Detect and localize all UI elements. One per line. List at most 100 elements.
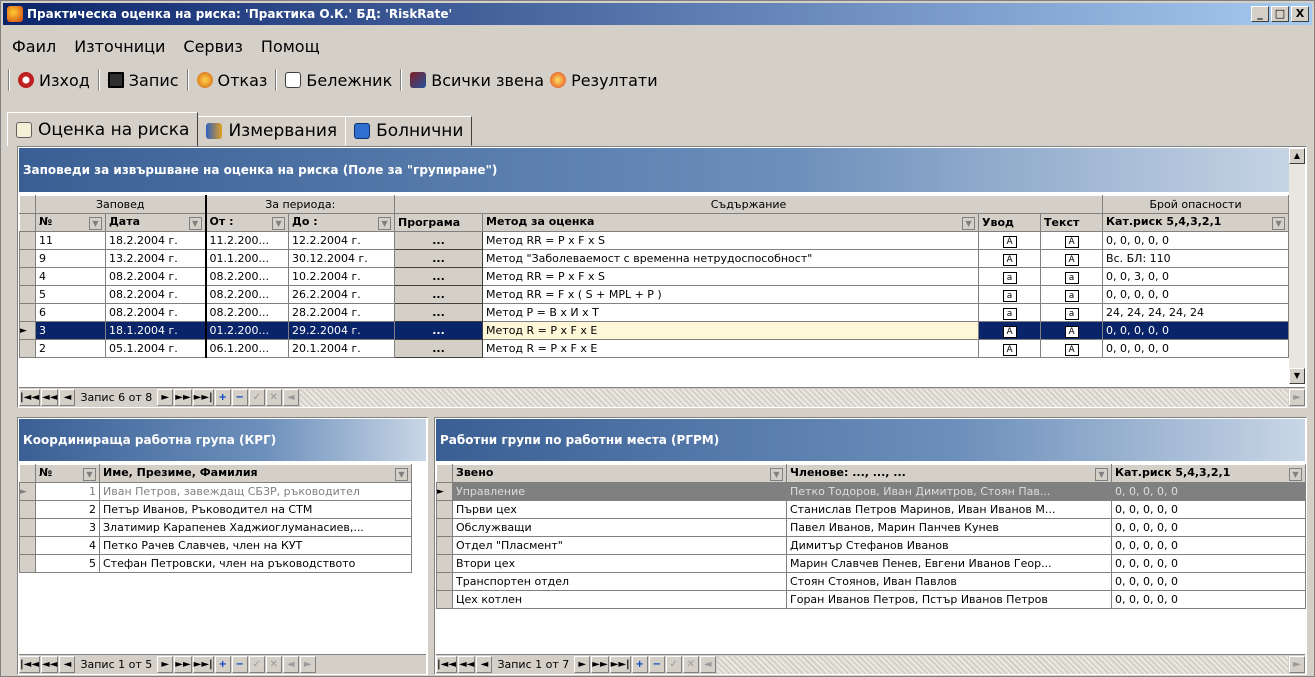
cell-to[interactable]: 20.1.2004 г. — [288, 339, 396, 358]
cell-method[interactable]: Метод RR = P x F x S — [482, 267, 980, 286]
scroll-left-icon[interactable]: ◄ — [282, 389, 299, 406]
cell-name[interactable]: Петко Рачев Славчев, член на КУТ — [99, 536, 412, 555]
first-record-icon[interactable]: |◄◄ — [436, 656, 458, 673]
next-page-icon[interactable]: ►► — [591, 656, 609, 673]
prev-record-icon[interactable]: ◄ — [59, 656, 76, 673]
cell-unit[interactable]: Обслужващи — [452, 518, 787, 537]
table-row[interactable]: Отдел "Пласмент" Димитър Стефанов Иванов 0… — [436, 536, 1306, 555]
table-row[interactable]: Обслужващи Павел Иванов, Марин Панчев Кун… — [436, 518, 1306, 537]
cell-to[interactable]: 30.12.2004 г. — [288, 249, 396, 268]
rtf-document-icon[interactable]: A — [1002, 325, 1017, 338]
notebook-button[interactable]: Бележник — [282, 71, 395, 90]
scroll-up-icon[interactable]: ▲ — [1289, 148, 1305, 164]
prev-page-icon[interactable]: ◄◄ — [41, 389, 59, 406]
add-record-icon[interactable]: + — [214, 656, 231, 673]
row-indicator[interactable]: ► — [19, 482, 36, 501]
table-row[interactable]: 5 08.2.2004 г. 08.2.200... 26.2.2004 г.... М… — [19, 285, 1290, 304]
table-row[interactable]: ► 1 Иван Петров, завеждащ СБЗР, ръководите… — [19, 482, 412, 501]
text-cell[interactable]: A — [1040, 339, 1104, 358]
cell-name[interactable]: Стефан Петровски, член на ръководството — [99, 554, 412, 573]
cell-risk[interactable]: 0, 0, 0, 0, 0 — [1111, 518, 1306, 537]
table-row[interactable]: Транспортен отдел Стоян Стоянов, Иван Пав… — [436, 572, 1306, 591]
next-record-icon[interactable]: ► — [574, 656, 591, 673]
cell-number[interactable]: 4 — [35, 267, 106, 286]
last-record-icon[interactable]: ►►| — [192, 389, 214, 406]
row-indicator[interactable]: ► — [19, 321, 36, 340]
last-record-icon[interactable]: ►►| — [609, 656, 631, 673]
chevron-down-icon[interactable]: ▼ — [1289, 468, 1302, 481]
cell-name[interactable]: Иван Петров, завеждащ СБЗР, ръководител — [99, 482, 412, 501]
close-button[interactable]: X — [1291, 6, 1309, 22]
intro-cell[interactable]: A — [978, 249, 1042, 268]
row-indicator[interactable] — [436, 554, 453, 573]
row-indicator[interactable] — [436, 500, 453, 519]
cell-to[interactable]: 28.2.2004 г. — [288, 303, 396, 322]
cell-date[interactable]: 08.2.2004 г. — [104, 303, 207, 322]
rtf-document-icon[interactable]: a — [1064, 271, 1079, 284]
cell-method[interactable]: Метод RR = P x F x S — [482, 231, 980, 250]
table-row[interactable]: ► Управление Петко Тодоров, Иван Димитров,… — [436, 482, 1306, 501]
cell-to[interactable]: 10.2.2004 г. — [288, 267, 396, 286]
cell-method[interactable]: Метод "Заболеваемост с временна нетрудос… — [482, 249, 980, 268]
cell-number[interactable]: 1 — [35, 482, 100, 501]
chevron-down-icon[interactable]: ▼ — [962, 217, 976, 230]
table-row[interactable]: 4 Петко Рачев Славчев, член на КУТ — [19, 536, 412, 555]
prev-record-icon[interactable]: ◄ — [476, 656, 493, 673]
cell-members[interactable]: Петко Тодоров, Иван Димитров, Стоян Пав.… — [786, 482, 1112, 501]
all-units-button[interactable]: Всички звена — [407, 71, 547, 90]
cell-to[interactable]: 26.2.2004 г. — [288, 285, 396, 304]
cell-number[interactable]: 3 — [35, 321, 106, 340]
cell-risk[interactable]: 0, 0, 0, 0, 0 — [1111, 500, 1306, 519]
intro-cell[interactable]: a — [978, 267, 1042, 286]
post-record-icon[interactable]: ✓ — [248, 389, 265, 406]
results-button[interactable]: Резултати — [547, 71, 661, 90]
cell-number[interactable]: 5 — [35, 285, 106, 304]
cell-from[interactable]: 11.2.200... — [204, 231, 290, 250]
program-button[interactable]: ... — [394, 339, 484, 358]
rtf-document-icon[interactable]: A — [1064, 325, 1079, 338]
rtf-document-icon[interactable]: A — [1002, 235, 1017, 248]
table-row[interactable]: 6 08.2.2004 г. 08.2.200... 28.2.2004 г.... М… — [19, 303, 1290, 322]
add-record-icon[interactable]: + — [631, 656, 648, 673]
tab-sick-leave[interactable]: Болнични — [345, 116, 473, 146]
rgrm-col-unit[interactable]: Звено ▼ — [452, 464, 787, 483]
text-cell[interactable]: a — [1040, 303, 1104, 322]
cell-unit[interactable]: Управление — [452, 482, 787, 501]
next-page-icon[interactable]: ►► — [174, 389, 192, 406]
cell-method[interactable]: Метод P = B x И x T — [482, 303, 980, 322]
cell-number[interactable]: 4 — [35, 536, 100, 555]
table-row[interactable]: 5 Стефан Петровски, член на ръководството — [19, 554, 412, 573]
maximize-button[interactable]: □ — [1271, 6, 1289, 22]
scroll-right-icon[interactable]: ► — [1289, 389, 1305, 406]
prev-page-icon[interactable]: ◄◄ — [41, 656, 59, 673]
row-indicator[interactable] — [19, 518, 36, 537]
row-indicator[interactable] — [19, 267, 36, 286]
cell-unit[interactable]: Отдел "Пласмент" — [452, 536, 787, 555]
cell-from[interactable]: 08.2.200... — [204, 285, 290, 304]
col-method[interactable]: Метод за оценка ▼ — [482, 213, 980, 232]
cell-risk[interactable]: 0, 0, 0, 0, 0 — [1102, 339, 1290, 358]
table-row[interactable]: Първи цех Станислав Петров Маринов, Иван … — [436, 500, 1306, 519]
cell-number[interactable]: 2 — [35, 500, 100, 519]
prev-record-icon[interactable]: ◄ — [59, 389, 76, 406]
rtf-document-icon[interactable]: A — [1064, 253, 1079, 266]
tab-measurements[interactable]: Измервания — [197, 116, 347, 146]
rtf-document-icon[interactable]: a — [1064, 289, 1079, 302]
minimize-button[interactable]: _ — [1251, 6, 1269, 22]
cell-risk[interactable]: 0, 0, 0, 0, 0 — [1102, 285, 1290, 304]
table-row[interactable]: Втори цех Марин Славчев Пенев, Евгени Ива… — [436, 554, 1306, 573]
cell-date[interactable]: 05.1.2004 г. — [104, 339, 207, 358]
row-indicator[interactable] — [19, 339, 36, 358]
cancel-button[interactable]: Отказ — [194, 71, 271, 90]
scroll-down-icon[interactable]: ▼ — [1289, 368, 1305, 384]
menu-sources[interactable]: Източници — [65, 37, 174, 61]
save-button[interactable]: Запис — [105, 71, 182, 90]
cell-members[interactable]: Павел Иванов, Марин Панчев Кунев — [786, 518, 1112, 537]
intro-cell[interactable]: a — [978, 303, 1042, 322]
table-row[interactable]: 9 13.2.2004 г. 01.1.200... 30.12.2004 г....… — [19, 249, 1290, 268]
post-record-icon[interactable]: ✓ — [248, 656, 265, 673]
program-button[interactable]: ... — [394, 303, 484, 322]
cell-number[interactable]: 2 — [35, 339, 106, 358]
cell-date[interactable]: 18.2.2004 г. — [104, 231, 207, 250]
rtf-document-icon[interactable]: a — [1002, 307, 1017, 320]
